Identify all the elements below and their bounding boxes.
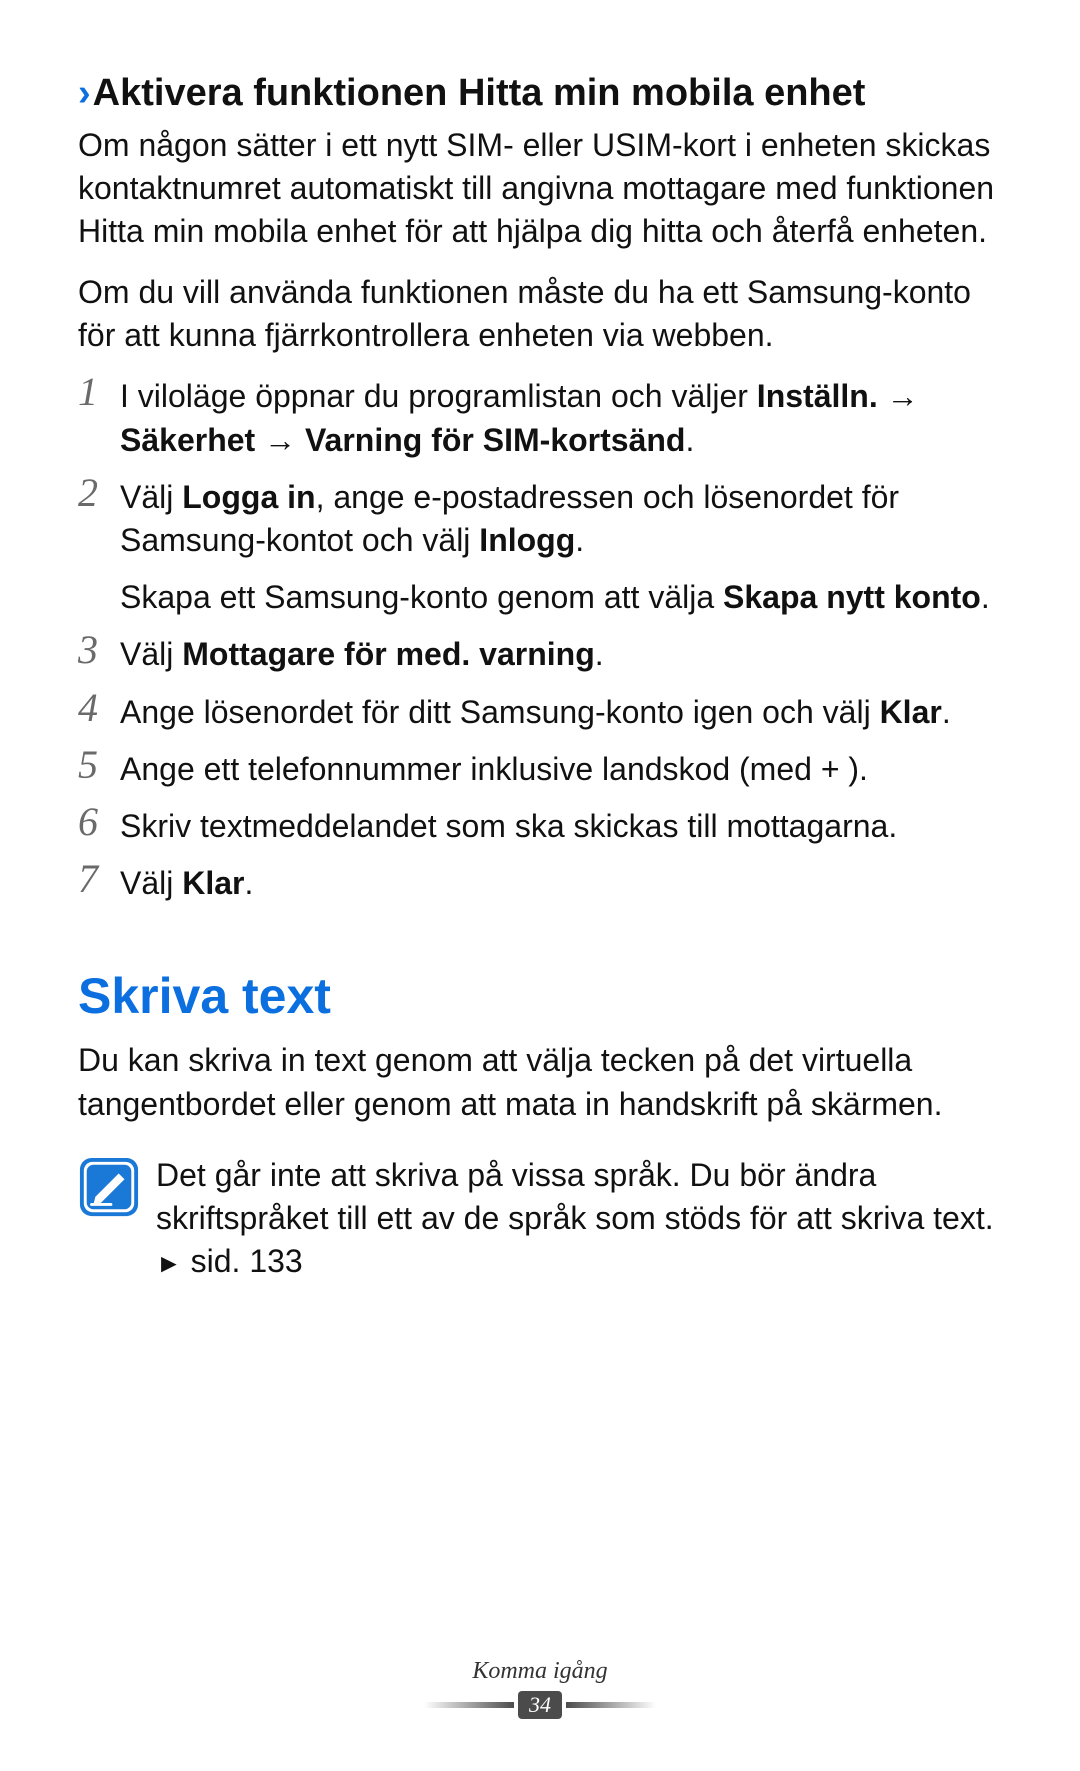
step-7: 7 Välj Klar.	[78, 862, 1002, 905]
steps-list: 1 I viloläge öppnar du programlistan och…	[78, 375, 1002, 905]
step-body: Välj Logga in, ange e-postadressen och l…	[120, 476, 1002, 620]
page-footer: Komma igång 34	[0, 1658, 1080, 1719]
note-text: Det går inte att skriva på vissa språk. …	[156, 1154, 1002, 1284]
step-5: 5 Ange ett telefonnummer inklusive lands…	[78, 748, 1002, 791]
step-number: 7	[78, 858, 120, 900]
play-icon: ►	[156, 1248, 182, 1278]
section-heading-find-device: ›Aktivera funktionen Hitta min mobila en…	[78, 70, 1002, 118]
step-6: 6 Skriv textmeddelandet som ska skickas …	[78, 805, 1002, 848]
step-body: I viloläge öppnar du programlistan och v…	[120, 375, 1002, 461]
step-number: 3	[78, 629, 120, 671]
heading-text: Aktivera funktionen Hitta min mobila enh…	[93, 72, 866, 114]
chevron-right-icon: ›	[78, 72, 91, 114]
note-block: Det går inte att skriva på vissa språk. …	[78, 1154, 1002, 1284]
intro-paragraph-2: Om du vill använda funktionen måste du h…	[78, 271, 1002, 357]
note-icon	[78, 1156, 140, 1218]
step-4: 4 Ange lösenordet för ditt Samsung-konto…	[78, 691, 1002, 734]
write-text-paragraph: Du kan skriva in text genom att välja te…	[78, 1039, 1002, 1125]
step-3: 3 Välj Mottagare för med. varning.	[78, 633, 1002, 676]
intro-paragraph-1: Om någon sätter i ett nytt SIM- eller US…	[78, 124, 1002, 254]
step-body: Skriv textmeddelandet som ska skickas ti…	[120, 805, 1002, 848]
step-number: 4	[78, 687, 120, 729]
step-number: 2	[78, 472, 120, 514]
step-2: 2 Välj Logga in, ange e-postadressen och…	[78, 476, 1002, 620]
step-1: 1 I viloläge öppnar du programlistan och…	[78, 375, 1002, 461]
page-number-ornament: 34	[518, 1691, 562, 1719]
step-body: Välj Mottagare för med. varning.	[120, 633, 1002, 676]
step-body: Ange lösenordet för ditt Samsung-konto i…	[120, 691, 1002, 734]
step-number: 5	[78, 744, 120, 786]
footer-chapter-label: Komma igång	[0, 1658, 1080, 1685]
step-number: 6	[78, 801, 120, 843]
step-body: Ange ett telefonnummer inklusive landsko…	[120, 748, 1002, 791]
step-number: 1	[78, 371, 120, 413]
document-page: ›Aktivera funktionen Hitta min mobila en…	[0, 0, 1080, 1771]
step-body: Välj Klar.	[120, 862, 1002, 905]
page-number: 34	[518, 1691, 562, 1719]
section-title-write-text: Skriva text	[78, 967, 1002, 1025]
step-extra: Skapa ett Samsung-konto genom att välja …	[120, 576, 1002, 619]
